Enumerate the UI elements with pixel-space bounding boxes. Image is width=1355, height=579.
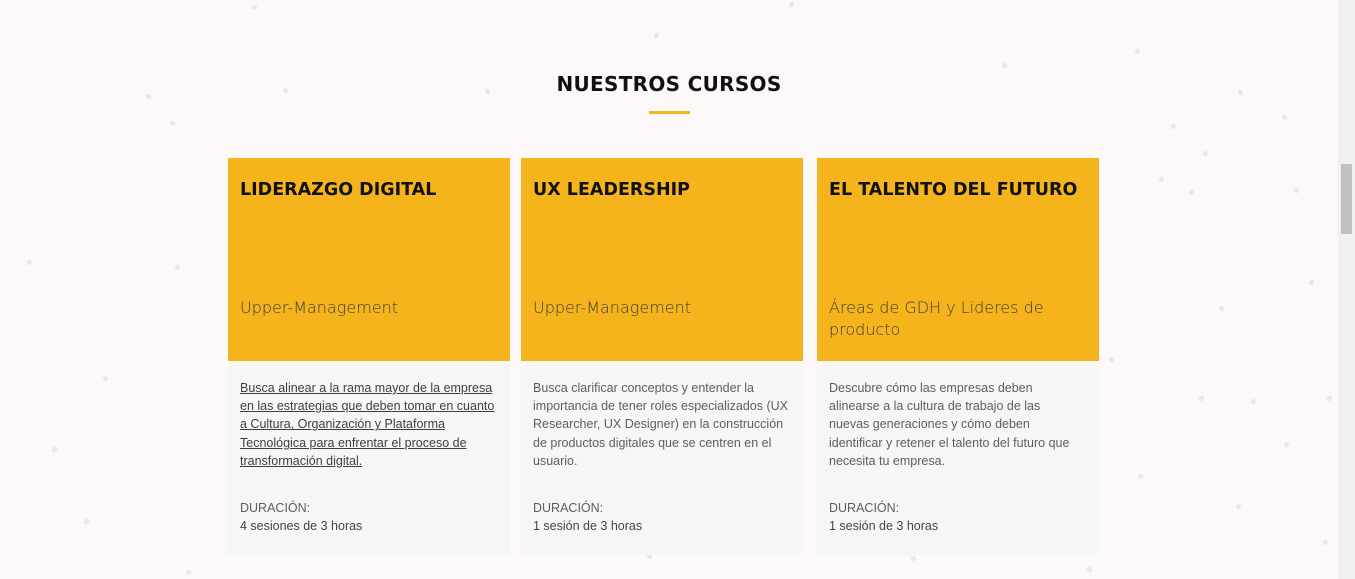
duration-label: DURACIÓN: — [533, 501, 604, 515]
course-audience: Upper-Management — [533, 298, 692, 317]
course-audience: Áreas de GDH y Lideres de producto — [829, 298, 1044, 339]
duration-value: 1 sesión de 3 horas — [533, 519, 643, 533]
courses-section: NUESTROS CURSOS LIDERAZGO DIGITAL Upper-… — [0, 0, 1338, 579]
course-card-body: Busca alinear a la rama mayor de la empr… — [228, 361, 510, 555]
duration-value: 4 sesiones de 3 horas — [240, 519, 363, 533]
course-card-header: LIDERAZGO DIGITAL Upper-Management — [228, 158, 510, 361]
duration-label: DURACIÓN: — [829, 501, 900, 515]
course-description-link[interactable]: Busca alinear a la rama mayor de la empr… — [240, 379, 495, 470]
title-underline-divider — [649, 111, 690, 114]
course-title: LIDERAZGO DIGITAL — [240, 180, 437, 200]
scrollbar-thumb[interactable] — [1341, 164, 1352, 234]
course-card-el-talento-del-futuro: EL TALENTO DEL FUTURO Áreas de GDH y Lid… — [817, 158, 1099, 555]
course-card-header: UX LEADERSHIP Upper-Management — [521, 158, 803, 361]
course-card-body: Busca clarificar conceptos y entender la… — [521, 361, 803, 555]
course-card-header: EL TALENTO DEL FUTURO Áreas de GDH y Lid… — [817, 158, 1099, 361]
course-title: EL TALENTO DEL FUTURO — [829, 180, 1078, 200]
course-description: Descubre cómo las empresas deben alinear… — [829, 381, 1070, 468]
course-card-liderazgo-digital: LIDERAZGO DIGITAL Upper-Management Busca… — [228, 158, 510, 555]
course-card-body: Descubre cómo las empresas deben alinear… — [817, 361, 1099, 555]
vertical-scrollbar[interactable] — [1338, 0, 1355, 579]
course-audience: Upper-Management — [240, 298, 399, 317]
duration-value: 1 sesión de 3 horas — [829, 519, 939, 533]
duration-label: DURACIÓN: — [240, 501, 311, 515]
course-description: Busca clarificar conceptos y entender la… — [533, 381, 788, 468]
section-title: NUESTROS CURSOS — [556, 72, 782, 96]
course-card-ux-leadership: UX LEADERSHIP Upper-Management Busca cla… — [521, 158, 803, 555]
course-title: UX LEADERSHIP — [533, 180, 690, 200]
